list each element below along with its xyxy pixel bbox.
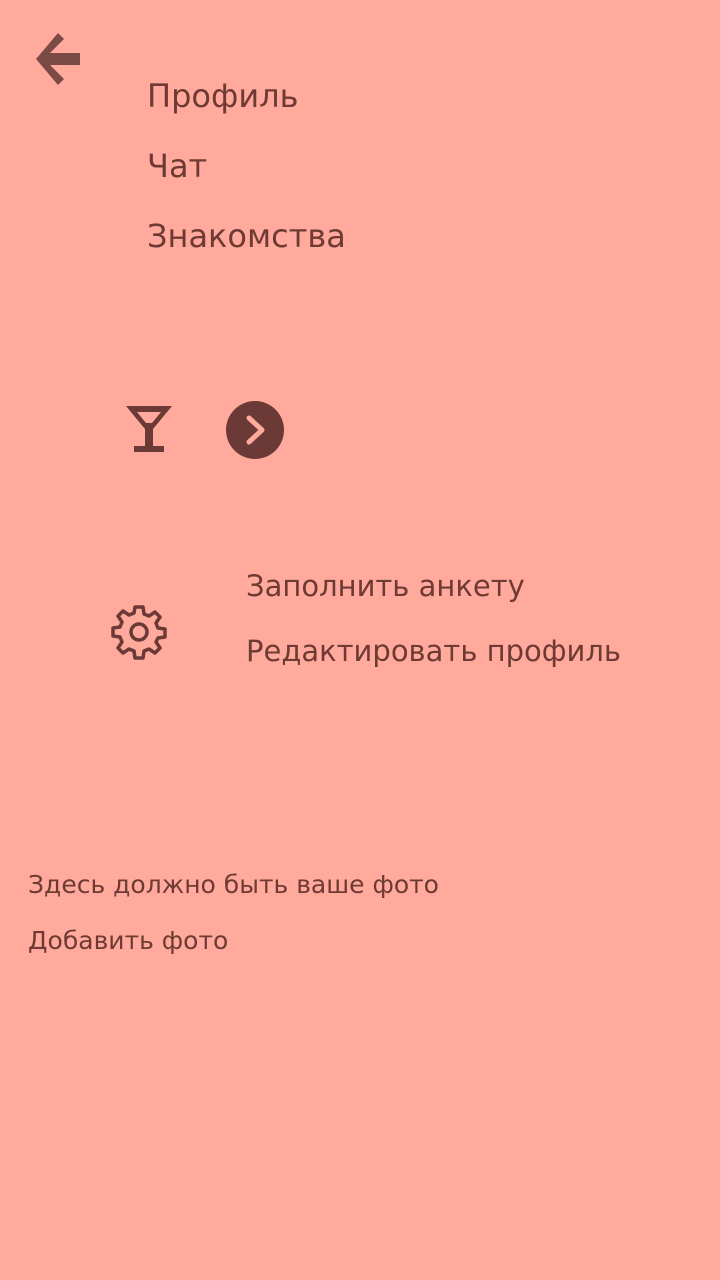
fill-form-link[interactable]: Заполнить анкету <box>246 567 525 605</box>
menu-item-dating[interactable]: Знакомства <box>147 216 346 256</box>
next-button[interactable] <box>226 401 284 459</box>
menu-item-chat[interactable]: Чат <box>147 146 207 186</box>
chevron-right-icon <box>246 415 265 445</box>
cocktail-icon <box>124 404 174 454</box>
add-photo-link[interactable]: Добавить фото <box>28 925 228 957</box>
back-button[interactable] <box>30 28 88 90</box>
arrow-left-icon <box>36 33 80 85</box>
photo-placeholder-text: Здесь должно быть ваше фото <box>28 870 439 899</box>
edit-profile-link[interactable]: Редактировать профиль <box>246 632 621 670</box>
menu-item-profile[interactable]: Профиль <box>147 76 298 116</box>
gear-icon <box>110 603 168 661</box>
